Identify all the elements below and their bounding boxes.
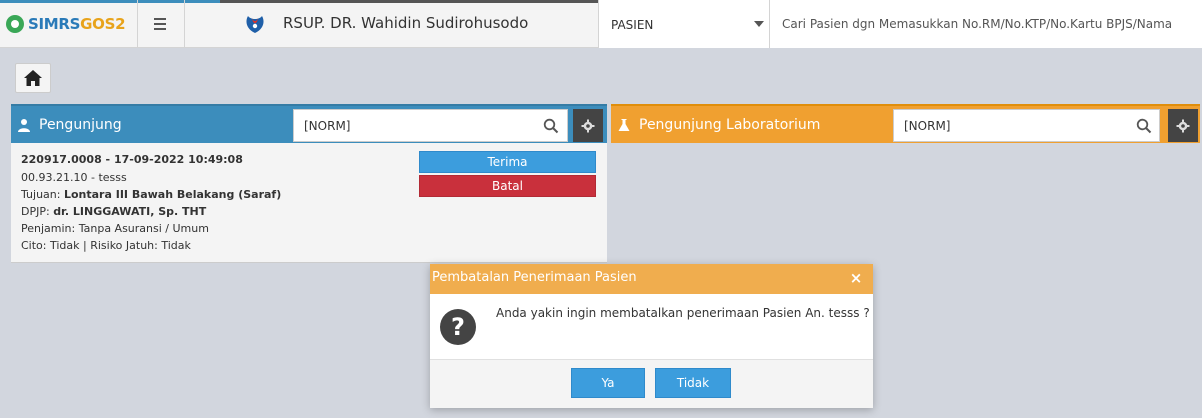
visit-patient: 00.93.21.10 - tesss (21, 171, 127, 184)
divider (137, 0, 138, 48)
hospital-name: RSUP. DR. Wahidin Sudirohusodo (283, 14, 529, 32)
home-button[interactable] (15, 63, 51, 93)
confirm-no-button[interactable]: Tidak (655, 368, 731, 398)
top-color-stripe (0, 0, 220, 3)
patient-search-input[interactable] (782, 14, 1192, 34)
patient-type-value: PASIEN (611, 18, 654, 32)
patient-type-select[interactable]: PASIEN (598, 0, 770, 48)
gear-icon (1176, 119, 1190, 132)
visitor-norm-input[interactable] (304, 118, 534, 134)
gear-icon (581, 119, 595, 132)
visitor-panel-header: Pengunjung (11, 104, 607, 143)
lab-visitor-panel-header: Pengunjung Laboratorium (611, 104, 1200, 143)
divider (184, 0, 185, 48)
visit-guarantor: Penjamin: Tanpa Asuransi / Umum (21, 222, 209, 235)
question-icon: ? (440, 309, 476, 345)
lab-norm-input[interactable] (904, 118, 1129, 134)
visit-destination: Tujuan: Lontara III Bawah Belakang (Sara… (21, 188, 281, 201)
dialog-body: ? Anda yakin ingin membatalkan penerimaa… (430, 294, 873, 360)
visit-doctor-value: dr. LINGGAWATI, Sp. THT (53, 205, 207, 218)
visit-doctor: DPJP: dr. LINGGAWATI, Sp. THT (21, 205, 206, 218)
accept-button[interactable]: Terima (419, 151, 596, 173)
hamburger-menu-icon[interactable] (147, 12, 173, 36)
flask-icon (618, 119, 630, 131)
confirm-yes-button[interactable]: Ya (571, 368, 645, 398)
visit-destination-label: Tujuan: (21, 188, 61, 201)
visit-destination-value: Lontara III Bawah Belakang (Saraf) (63, 188, 282, 201)
visitor-norm-filter (293, 109, 568, 142)
cancel-confirmation-dialog: Pembatalan Penerimaan Pasien × ? Anda ya… (430, 264, 873, 408)
top-navbar: SIMRSGOS2 RSUP. DR. Wahidin Sudirohusodo… (0, 0, 1202, 48)
logo-text-secondary: GOS2 (80, 15, 126, 33)
visit-flags: Cito: Tidak | Risiko Jatuh: Tidak (21, 239, 191, 252)
patient-search (770, 0, 1202, 48)
visitor-settings-button[interactable] (573, 109, 603, 142)
close-icon[interactable]: × (849, 270, 863, 286)
caret-down-icon (754, 21, 764, 27)
visitor-panel-title: Pengunjung (39, 117, 122, 133)
top-color-stripe (220, 0, 600, 3)
lab-visitor-panel-title: Pengunjung Laboratorium (639, 117, 821, 133)
app-logo[interactable]: SIMRSGOS2 (6, 9, 136, 39)
logo-icon (6, 15, 24, 33)
lab-settings-button[interactable] (1168, 109, 1198, 142)
dialog-message: Anda yakin ingin membatalkan penerimaan … (496, 306, 870, 320)
user-icon (18, 119, 30, 132)
dialog-footer: Ya Tidak (430, 360, 873, 408)
dialog-title: Pembatalan Penerimaan Pasien (432, 270, 637, 285)
hospital-logo-icon (246, 16, 264, 33)
dialog-header: Pembatalan Penerimaan Pasien × (430, 264, 873, 294)
home-icon (24, 70, 42, 86)
search-icon[interactable] (1136, 118, 1152, 134)
cancel-visit-button[interactable]: Batal (419, 175, 596, 197)
lab-norm-filter (893, 109, 1160, 142)
search-icon[interactable] (543, 118, 559, 134)
visit-doctor-label: DPJP: (21, 205, 50, 218)
visit-header: 220917.0008 - 17-09-2022 10:49:08 (21, 153, 243, 166)
logo-text-primary: SIMRS (28, 15, 81, 33)
